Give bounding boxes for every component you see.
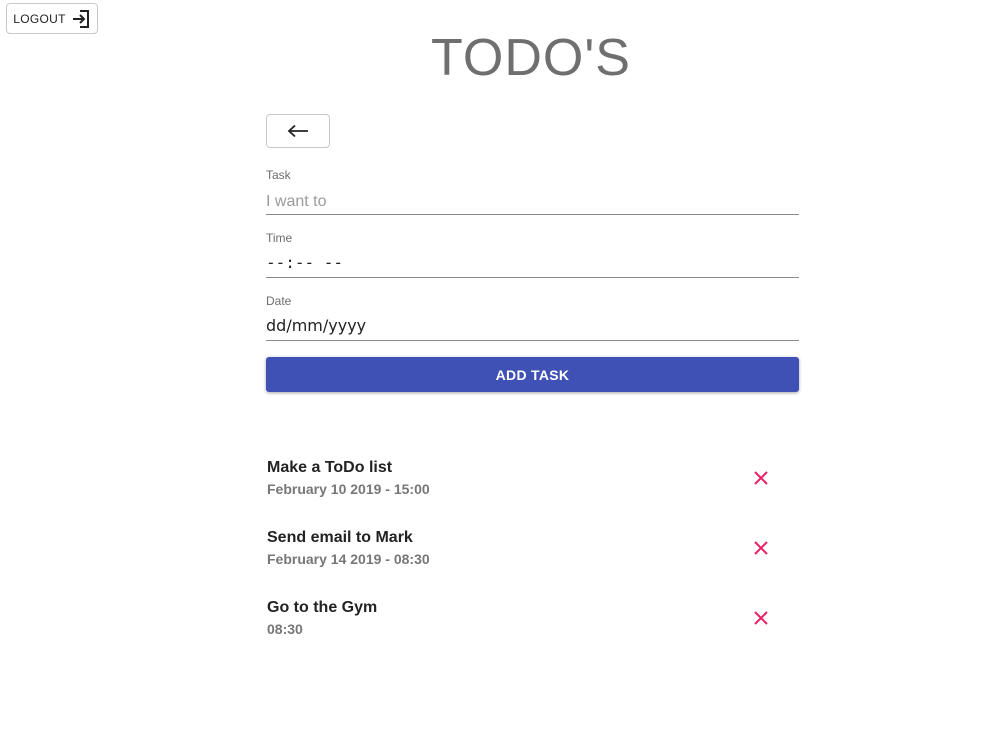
back-button[interactable] [266,114,330,148]
close-icon [754,471,768,485]
date-input[interactable]: dd/mm/yyyy [266,316,799,341]
page-title: TODO'S [431,29,631,87]
date-field: Date dd/mm/yyyy [266,294,799,341]
list-item: Go to the Gym 08:30 [267,598,777,668]
exit-icon [71,9,91,29]
list-item: Send email to Mark February 14 2019 - 08… [267,528,777,598]
close-icon [754,611,768,625]
todo-title: Make a ToDo list [267,459,393,476]
close-icon [754,541,768,555]
logout-label: LOGOUT [13,11,66,26]
list-item: Make a ToDo list February 10 2019 - 15:0… [267,458,777,528]
time-field: Time --:-- -- [266,231,799,278]
todo-time: February 14 2019 - 08:30 [267,551,430,567]
delete-button[interactable] [751,538,771,558]
todo-title: Send email to Mark [267,529,413,546]
delete-button[interactable] [751,608,771,628]
task-input[interactable] [266,190,799,215]
time-label: Time [266,231,293,245]
todo-title: Go to the Gym [267,599,378,616]
date-label: Date [266,294,292,308]
arrow-left-icon [287,124,308,138]
todo-app: LOGOUT TODO'S Task Time --:-- -- Date dd… [0,0,991,753]
task-label: Task [266,168,291,182]
todo-list: Make a ToDo list February 10 2019 - 15:0… [267,458,777,668]
todo-time: February 10 2019 - 15:00 [267,481,430,497]
time-input[interactable]: --:-- -- [266,253,799,278]
delete-button[interactable] [751,468,771,488]
todo-time: 08:30 [267,621,303,637]
add-task-button[interactable]: ADD TASK [266,357,799,392]
task-field: Task [266,168,799,215]
